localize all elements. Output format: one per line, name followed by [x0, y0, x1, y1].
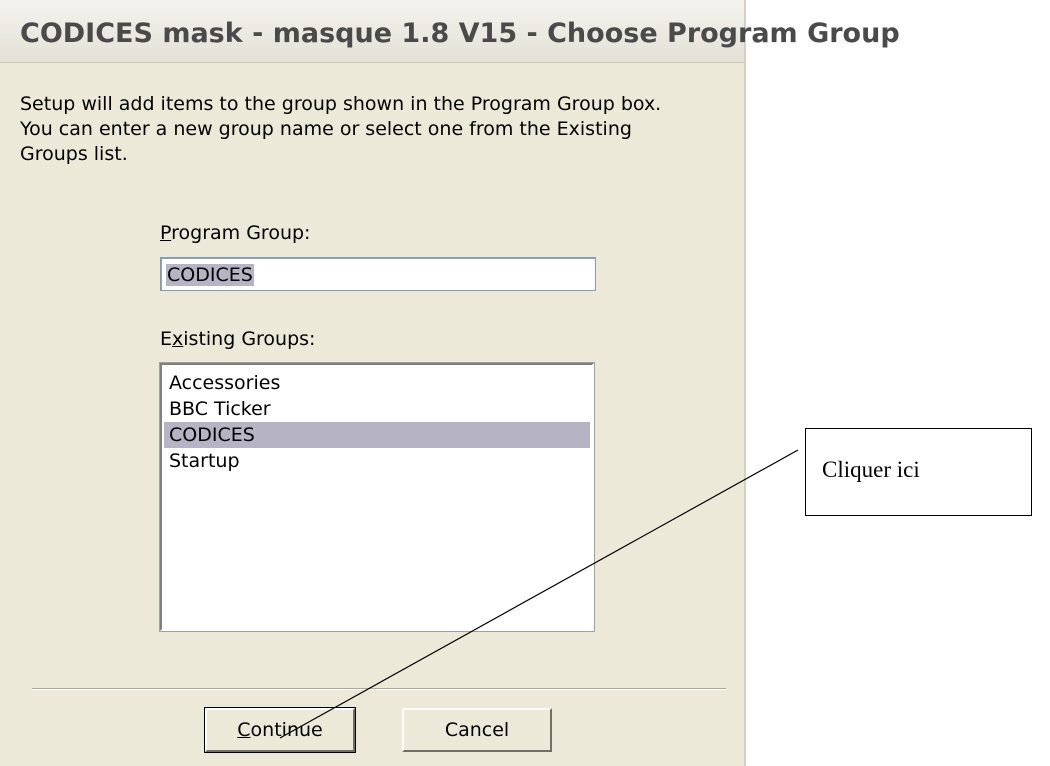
callout-pointer-line — [279, 449, 799, 739]
annotation-callout: Cliquer ici — [805, 428, 1032, 516]
pointer-line — [279, 449, 799, 739]
annotation-text: Cliquer ici — [822, 457, 920, 482]
